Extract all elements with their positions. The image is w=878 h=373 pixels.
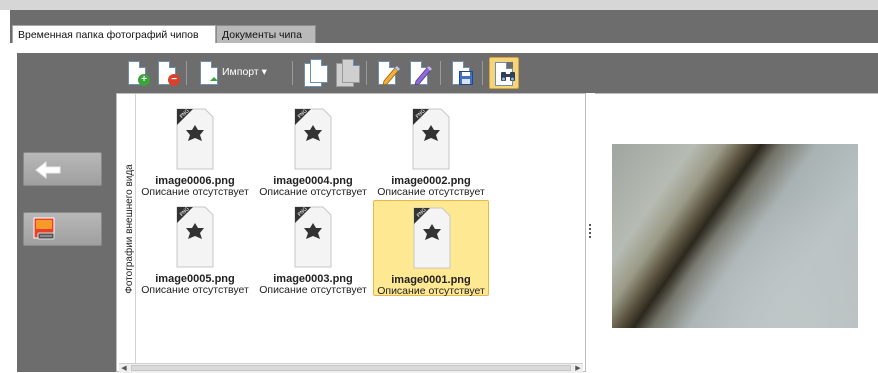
png-file-icon: PNG xyxy=(412,108,450,170)
toolbar-separator xyxy=(186,61,187,85)
remove-document-button[interactable]: − xyxy=(154,57,180,89)
pencil-icon xyxy=(382,66,400,85)
gallery-side-label: Фотографии внешнего вида xyxy=(117,94,136,364)
plus-icon: + xyxy=(138,74,150,86)
file-tile[interactable]: PNG image0005.png Описание отсутствует xyxy=(137,200,253,296)
png-file-icon: PNG xyxy=(176,206,214,268)
copy-button[interactable] xyxy=(300,57,328,89)
file-description: Описание отсутствует xyxy=(377,285,485,297)
file-description: Описание отсутствует xyxy=(259,284,367,296)
file-tile[interactable]: PNG image0003.png Описание отсутствует xyxy=(255,200,371,296)
edit-description-button[interactable] xyxy=(406,57,434,89)
import-arrow-icon xyxy=(210,77,218,81)
scrollbar-thumb[interactable] xyxy=(131,365,571,371)
file-tile[interactable]: PNG image0004.png Описание отсутствует xyxy=(255,102,371,198)
photo-gallery-pane: Фотографии внешнего вида PNG image0006.p… xyxy=(116,93,586,373)
import-dropdown-button[interactable]: Импорт ▾ xyxy=(196,57,288,89)
png-file-icon: PNG xyxy=(294,108,332,170)
file-tile[interactable]: PNG image0002.png Описание отсутствует xyxy=(373,102,489,198)
png-file-icon: PNG xyxy=(176,108,214,170)
binoculars-icon xyxy=(501,72,515,81)
file-tile[interactable]: PNG image0006.png Описание отсутствует xyxy=(137,102,253,198)
file-description: Описание отсутствует xyxy=(141,186,249,198)
minus-icon: − xyxy=(168,74,180,86)
pane-splitter[interactable] xyxy=(586,93,595,372)
tab-chip-documents[interactable]: Документы чипа xyxy=(216,25,316,43)
toolbar-separator xyxy=(366,61,367,85)
toolbar: + − Импорт ▾ xyxy=(116,53,878,93)
file-tile-selected[interactable]: PNG image0001.png Описание отсутствует xyxy=(373,200,489,297)
image-preview xyxy=(612,144,858,328)
import-label: Импорт ▾ xyxy=(222,66,267,78)
toolbar-separator xyxy=(440,61,441,85)
tab-strip: Временная папка фотографий чипов Докумен… xyxy=(10,10,878,43)
edit-button[interactable] xyxy=(374,57,402,89)
find-button[interactable] xyxy=(489,57,519,89)
back-button[interactable] xyxy=(23,152,102,186)
arrow-left-icon xyxy=(35,160,61,180)
chip-photo-button[interactable] xyxy=(23,212,102,246)
chip-photo-icon xyxy=(33,217,55,240)
file-description: Описание отсутствует xyxy=(259,186,367,198)
file-description: Описание отсутствует xyxy=(377,186,485,198)
tab-chip-photos-temp[interactable]: Временная папка фотографий чипов xyxy=(12,25,216,43)
grip-icon xyxy=(589,224,591,238)
add-document-button[interactable]: + xyxy=(124,57,150,89)
paste-button xyxy=(332,57,360,89)
save-button[interactable] xyxy=(448,57,476,89)
content-frame: + − Импорт ▾ Фотографии внешнего вида PN… xyxy=(10,43,878,373)
pencil-icon xyxy=(414,66,432,85)
left-action-panel xyxy=(17,53,116,372)
file-description: Описание отсутствует xyxy=(141,284,249,296)
png-file-icon: PNG xyxy=(294,206,332,268)
toolbar-separator xyxy=(482,61,483,85)
floppy-disk-icon xyxy=(459,71,473,85)
preview-pane xyxy=(595,93,878,372)
window-top-border xyxy=(0,0,878,10)
png-file-icon: PNG xyxy=(413,207,451,269)
toolbar-separator xyxy=(292,61,293,85)
